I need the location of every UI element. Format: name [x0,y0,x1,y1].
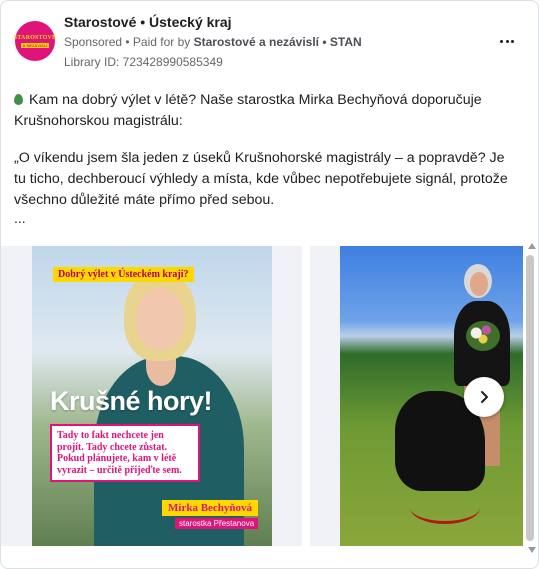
sponsored-label: Sponsored [64,35,123,49]
post-quote-paragraph: „O víkendu jsem šla jeden z úseků Krušno… [14,150,508,208]
paid-for-name: Starostové a nezávislí • STAN [193,35,362,49]
poster-person-face [136,288,184,350]
scroll-up-arrow-icon[interactable] [528,243,536,249]
more-options-icon[interactable] [497,31,517,51]
page-name-link[interactable]: Starostové • Ústecký kraj [64,14,232,30]
photo-person-face [470,272,488,296]
avatar-logo-text: STAROSTOVÉ [13,34,57,41]
post-intro-paragraph: Kam na dobrý výlet v létě? Naše starostk… [14,90,514,132]
carousel-gutter-mid [272,246,302,546]
vertical-scrollbar[interactable] [524,243,538,555]
green-drop-icon [14,94,23,105]
poster-role: starostka Přestanova [175,518,259,529]
carousel-next-button[interactable] [464,377,504,417]
carousel-gutter-left [1,246,32,546]
sponsored-line: Sponsored • Paid for by Starostové a nez… [64,35,362,49]
see-more-ellipsis[interactable]: ... [14,210,26,226]
chevron-right-icon [481,391,488,403]
poster-body-text: Tady to fakt nechcete jen projít. Tady c… [50,424,200,482]
photo-leash [410,491,480,524]
scroll-down-arrow-icon[interactable] [528,547,536,553]
photo-bouquet [466,321,500,351]
poster-name: Mirka Bechyňová [162,500,259,516]
image-carousel: Dobrý výlet v Ústeckém kraji? Krušné hor… [1,246,538,546]
carousel-image-poster[interactable]: Dobrý výlet v Ústeckém kraji? Krušné hor… [32,246,272,546]
scroll-thumb[interactable] [526,255,534,541]
paid-for-prefix: • Paid for by [122,35,194,49]
page-avatar[interactable]: STAROSTOVÉ A NEZÁVISLÍ [13,21,57,61]
library-id: Library ID: 723428990585349 [64,55,223,69]
post-intro-text: Kam na dobrý výlet v létě? Naše starostk… [14,92,482,129]
carousel-gutter-mid2 [310,246,340,546]
ad-card: STAROSTOVÉ A NEZÁVISLÍ Starostové • Úste… [0,0,539,569]
post-body: Kam na dobrý výlet v létě? Naše starostk… [14,90,514,227]
avatar-logo-subtext: A NEZÁVISLÍ [20,42,50,48]
poster-headline: Krušné hory! [50,386,213,416]
poster-tag: Dobrý výlet v Ústeckém kraji? [53,267,194,282]
